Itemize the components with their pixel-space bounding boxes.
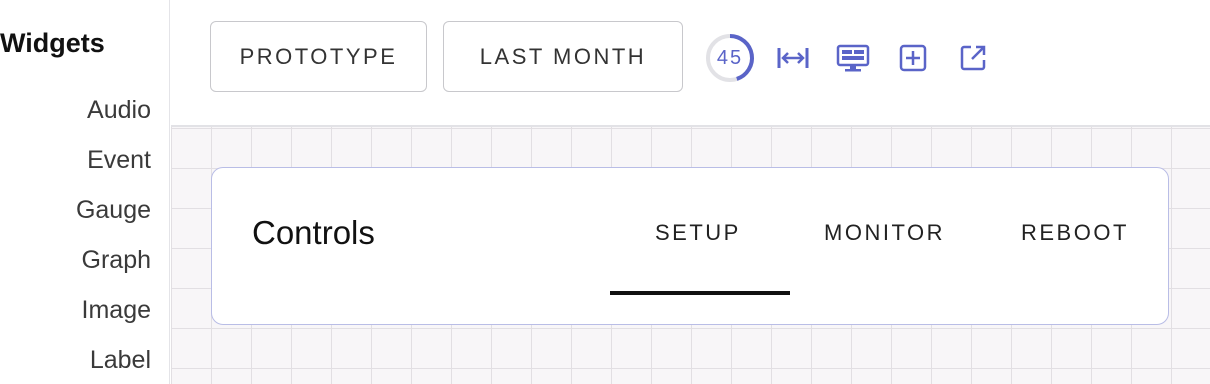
zoom-value: 45	[716, 47, 744, 69]
tab-setup[interactable]: SETUP	[655, 220, 741, 246]
fit-width-icon[interactable]	[775, 40, 811, 76]
zoom-indicator[interactable]: 45	[704, 32, 756, 84]
prototype-button[interactable]: PROTOTYPE	[210, 21, 427, 92]
widget-item-image[interactable]: Image	[76, 292, 151, 342]
widget-item-gauge[interactable]: Gauge	[76, 192, 151, 242]
widget-item-label[interactable]: Label	[76, 342, 151, 384]
widget-list: Audio Event Gauge Graph Image Label	[76, 92, 151, 384]
monitor-icon[interactable]	[835, 40, 871, 76]
add-box-icon[interactable]	[895, 40, 931, 76]
widget-item-graph[interactable]: Graph	[76, 242, 151, 292]
sidebar-title: Widgets	[0, 28, 105, 58]
widget-item-event[interactable]: Event	[76, 142, 151, 192]
card-title: Controls	[252, 214, 375, 251]
period-button[interactable]: LAST MONTH	[443, 21, 683, 92]
tab-reboot[interactable]: REBOOT	[1021, 220, 1129, 246]
app-root: Widgets Audio Event Gauge Graph Image La…	[0, 0, 1210, 384]
controls-card: Controls SETUP MONITOR REBOOT	[211, 167, 1169, 325]
open-external-icon[interactable]	[955, 40, 991, 76]
widget-item-audio[interactable]: Audio	[76, 92, 151, 142]
toolbar: PROTOTYPE LAST MONTH 45	[171, 0, 1210, 125]
widgets-sidebar: Widgets Audio Event Gauge Graph Image La…	[0, 0, 170, 384]
active-tab-indicator	[610, 291, 790, 295]
tab-monitor[interactable]: MONITOR	[824, 220, 945, 246]
